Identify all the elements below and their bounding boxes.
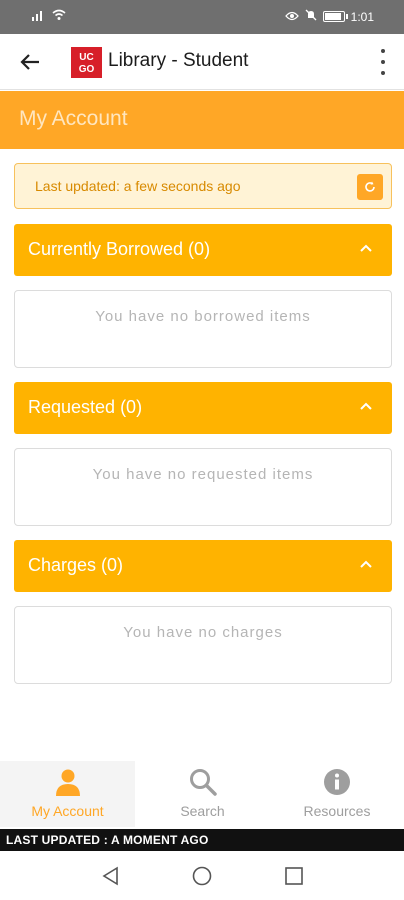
user-icon [55,769,80,796]
empty-message: You have no requested items [92,466,314,483]
nav-label: My Account [31,803,104,819]
arrow-left-icon[interactable] [16,48,44,76]
page-title: My Account [19,107,128,130]
app-bar: UC GO Library - Student [0,34,404,90]
app-title: Library - Student [108,50,249,71]
mute-icon [305,9,317,24]
svg-text:GO: GO [79,64,95,75]
section-title: Charges (0) [28,555,124,575]
back-triangle-icon[interactable] [100,865,122,887]
section-title: Requested (0) [28,397,143,417]
refresh-icon[interactable] [357,174,383,200]
last-updated-notice: Last updated: a few seconds ago [14,163,392,209]
last-updated-bar: LAST UPDATED : A MOMENT AGO [0,829,404,851]
svg-text:UC: UC [79,52,93,63]
empty-message: You have no borrowed items [95,308,311,325]
system-nav-bar [0,851,404,900]
last-updated-footer-text: LAST UPDATED : A MOMENT AGO [6,833,209,847]
section-header-requested[interactable]: Requested (0) [14,382,392,434]
chevron-up-icon [360,560,372,568]
search-icon [189,769,217,796]
nav-label: Search [180,803,225,819]
status-time: 1:01 [350,9,374,24]
nav-item-my-account[interactable]: My Account [0,761,135,827]
section-body-requested: You have no requested items [14,448,392,526]
home-circle-icon[interactable] [191,865,213,887]
section-header-charges[interactable]: Charges (0) [14,540,392,592]
chevron-up-icon [360,402,372,410]
app-logo: UC GO [71,47,102,78]
section-body-charges: You have no charges [14,606,392,684]
section-body-borrowed: You have no borrowed items [14,290,392,368]
nav-item-resources[interactable]: Resources [270,761,404,827]
wifi-icon [52,9,66,24]
nav-label: Resources [303,803,371,819]
battery-icon [322,11,348,22]
chevron-up-icon [360,244,372,252]
section-header-borrowed[interactable]: Currently Borrowed (0) [14,224,392,276]
status-bar: 1:01 [0,0,404,34]
bottom-nav: My Account Search Resources [0,761,404,827]
recents-square-icon[interactable] [283,865,305,887]
info-icon [324,769,350,795]
eye-icon [284,10,299,24]
page-header: My Account [0,91,404,149]
signal-icon [32,9,46,24]
last-updated-text: Last updated: a few seconds ago [35,178,241,194]
nav-item-search[interactable]: Search [135,761,270,827]
more-vertical-icon[interactable] [378,49,388,75]
section-title: Currently Borrowed (0) [28,239,211,259]
empty-message: You have no charges [123,624,283,641]
